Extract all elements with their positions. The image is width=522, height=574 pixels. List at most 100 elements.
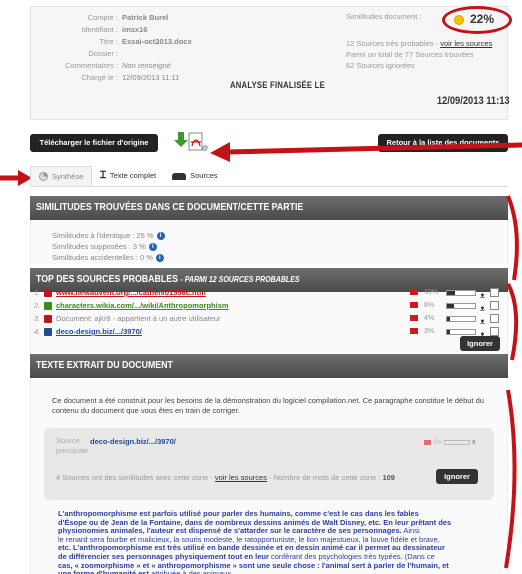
meta-value: Non renseigné [122, 61, 171, 70]
ignored-sources-line: 62 Sources ignorées [346, 61, 415, 70]
annotation-arrow-right [210, 142, 522, 162]
source-percent: 4% [424, 315, 435, 322]
view-sources-link[interactable]: voir les sources [440, 39, 492, 48]
source-row: 4. deco-design.biz/.../3970/3% ᴥ [34, 325, 504, 339]
similarity-badge: 22% [442, 6, 512, 34]
annotation-arrow-left [0, 170, 32, 186]
info-icon[interactable]: i [148, 242, 157, 251]
document-meta: Compte : Patrick Burel Identifiant : imsx16… [30, 12, 250, 84]
similarity-title: Similitudes document : [346, 12, 422, 21]
source-progress-fill [447, 291, 456, 295]
source-progress-bar [446, 303, 476, 309]
probable-sources-text: 12 Sources très probables - [346, 39, 441, 48]
extracted-text: L'anthropomorphisme est parfois utilisé … [58, 509, 508, 574]
view-sources-link[interactable]: voir les sources [215, 473, 267, 482]
meta-row: Identifiant : imsx16 [30, 24, 250, 36]
source-link[interactable]: deco-design.biz/.../3970/ [56, 325, 142, 338]
source-type-icon [44, 315, 52, 323]
source-link[interactable]: Document: ajkr8 - appartient à un autre … [56, 312, 221, 325]
meta-row: Commentaires : Non renseigné [30, 60, 250, 72]
source-link[interactable]: www.newadvent.org/.../cathen/01558c.htm [56, 286, 206, 299]
stat-accidental: Similitudes accidentelles : 0 % i [52, 252, 165, 263]
meta-row: Chargé le : 12/09/2013 11:11 [30, 72, 250, 84]
meta-key: Chargé le : [81, 73, 118, 82]
car-icon [172, 172, 187, 180]
meta-row: Titre : Essai-oct2013.docx [30, 36, 250, 48]
zone-info: 4 Sources ont des similitudes avec cette… [56, 473, 395, 482]
source-type-icon [44, 328, 52, 336]
meta-row: Compte : Patrick Burel [30, 12, 250, 24]
meta-key: Dossier : [88, 49, 118, 58]
extract-intro: Ce document a été construit pour les bes… [52, 396, 484, 415]
main-source-label: Source principale [56, 436, 88, 456]
source-percent: 3% [424, 328, 435, 335]
source-row: 3. Document: ajkr8 - appartient à un autr… [34, 312, 504, 326]
stat-text: Similitudes supposées : 3 % [52, 242, 146, 251]
label-line: Source [56, 436, 80, 445]
source-type-icon [44, 302, 52, 310]
source-link[interactable]: characters.wikia.com/.../wiki/Anthropomo… [56, 299, 229, 312]
section-extract-header: TEXTE EXTRAIT DU DOCUMENT [30, 354, 508, 378]
source-number: 1. [34, 288, 41, 297]
binoculars-icon[interactable]: ᴥ [472, 439, 476, 446]
stat-supposed: Similitudes supposées : 3 % i [52, 241, 165, 252]
meta-key: Commentaires : [65, 61, 118, 70]
zone-info-text: 4 Sources ont des similitudes avec cette… [56, 473, 215, 482]
source-number: 4. [34, 327, 41, 336]
tab-sources[interactable]: Sources [164, 166, 226, 186]
section-title: TEXTE EXTRAIT DU DOCUMENT [36, 360, 173, 371]
meta-row: Dossier : [30, 48, 250, 60]
tab-bar: Synthèse Ɪ Texte complet Sources [30, 166, 226, 186]
source-number: 2. [34, 301, 41, 310]
meta-value: 12/09/2013 11:11 [122, 73, 180, 82]
annotation-circle [442, 6, 512, 34]
total-sources-line: Parmi un total de 77 Sources trouvées [346, 50, 474, 59]
analyse-date: 12/09/2013 11:13 [437, 95, 510, 107]
meta-value: Essai-oct2013.docx [122, 37, 192, 46]
download-original-button[interactable]: Télécharger le fichier d'origine [30, 134, 158, 152]
meta-key: Titre : [99, 37, 118, 46]
source-progress-bar [446, 329, 476, 335]
section-similarities-header: SIMILITUDES TROUVÉES DANS CE DOCUMENT/CE… [30, 196, 508, 220]
meta-key: Compte : [87, 13, 118, 22]
mini-percent: 3% [433, 439, 442, 446]
text-icon: Ɪ [100, 170, 106, 181]
source-type-icon [44, 289, 52, 297]
mini-progress [443, 440, 470, 445]
main-source-card: Source principale deco-design.biz/.../397… [44, 428, 494, 500]
info-icon[interactable]: i [156, 231, 165, 240]
label-line: principale [56, 446, 89, 455]
section-title: SIMILITUDES TROUVÉES DANS CE DOCUMENT/CE… [36, 202, 304, 213]
tab-divider [30, 186, 508, 187]
source-progress-fill [447, 304, 454, 308]
meta-value: imsx16 [122, 25, 148, 34]
stat-text: Similitudes à l'identique : 25 % [52, 231, 154, 240]
annotation-brackets [504, 195, 519, 569]
flag-icon [410, 302, 418, 308]
zone-info-text: - Nombre de mots de cette zone : [266, 473, 383, 482]
info-icon[interactable]: i [155, 253, 164, 262]
source-progress-bar [446, 316, 476, 322]
analyse-label: ANALYSE FINALISÉE LE [230, 80, 325, 90]
similarity-stats: Similitudes à l'identique : 25 % i Simili… [52, 230, 165, 263]
tab-texte-complet[interactable]: Ɪ Texte complet [92, 166, 164, 186]
main-source-link[interactable]: deco-design.biz/.../3970/ [90, 437, 176, 446]
flag-icon [410, 289, 418, 295]
source-row: 2. characters.wikia.com/.../wiki/Anthropo… [34, 299, 504, 313]
tab-label: Synthèse [52, 171, 84, 181]
pie-chart-icon [39, 172, 48, 181]
extract-line-text: une forme d'humanité est [58, 569, 149, 574]
source-percent: 10% [424, 289, 439, 296]
pdf-export-icons[interactable]: @ [174, 130, 210, 152]
svg-text:@: @ [202, 146, 208, 152]
flag-icon [424, 440, 431, 445]
ignore-zone-button[interactable]: Ignorer [436, 469, 478, 484]
flag-icon [410, 328, 418, 334]
source-number: 3. [34, 314, 41, 323]
tab-synthese[interactable]: Synthèse [30, 166, 93, 186]
pdf-icon: @ [174, 132, 208, 152]
main-source-mini-bar: 3% ᴥ [424, 439, 476, 446]
meta-value: Patrick Burel [122, 13, 169, 22]
tab-label: Texte complet [109, 171, 157, 180]
section-title: TOP DES SOURCES PROBABLES [36, 274, 178, 285]
